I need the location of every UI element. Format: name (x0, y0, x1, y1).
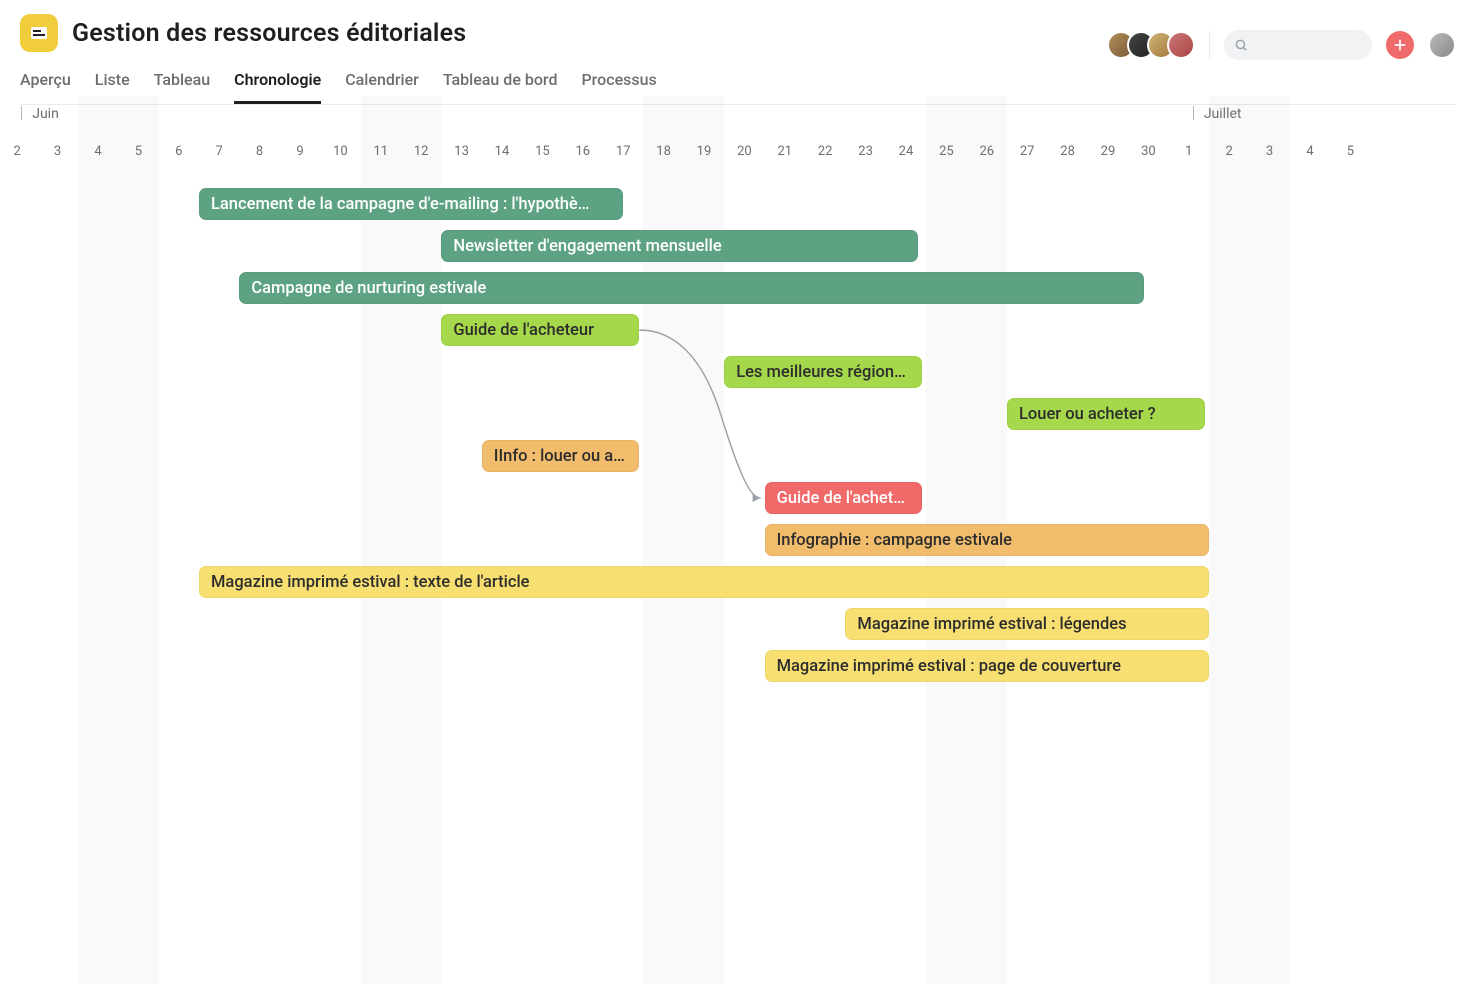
day-label: 26 (967, 144, 1007, 159)
day-label: 25 (926, 144, 966, 159)
day-label: 23 (845, 144, 885, 159)
task-bar[interactable]: Campagne de nurturing estivale (239, 272, 1144, 304)
task-bar[interactable]: Guide de l'acheteur (441, 314, 639, 346)
search-icon (1234, 38, 1248, 52)
page-title: Gestion des ressources éditoriales (72, 19, 466, 48)
day-label: 10 (320, 144, 360, 159)
plus-icon (1393, 38, 1407, 52)
month-labels: Juin Juillet (0, 106, 1476, 126)
day-label: 15 (522, 144, 562, 159)
day-label: 9 (280, 144, 320, 159)
task-bar[interactable]: IInfo : louer ou a… (482, 440, 640, 472)
toolbar (1107, 30, 1456, 60)
day-label: 5 (1330, 144, 1370, 159)
day-label: 12 (401, 144, 441, 159)
avatar[interactable] (1167, 31, 1195, 59)
day-label: 7 (199, 144, 239, 159)
day-label: 16 (563, 144, 603, 159)
day-label: 28 (1047, 144, 1087, 159)
task-bar[interactable]: Louer ou acheter ? (1007, 398, 1205, 430)
task-bar[interactable]: Magazine imprimé estival : légendes (845, 608, 1209, 640)
day-label: 2 (1209, 144, 1249, 159)
add-button[interactable] (1386, 31, 1414, 59)
day-label: 29 (1088, 144, 1128, 159)
day-label: 2 (0, 144, 37, 159)
task-bar[interactable]: Les meilleures région… (724, 356, 922, 388)
timeline: JuinJuillet 2345678910111213141516171819… (0, 96, 1476, 984)
search-input[interactable] (1224, 30, 1372, 60)
day-label: 21 (765, 144, 805, 159)
day-labels: 2345678910111213141516171819202122232425… (0, 144, 1476, 168)
day-label: 24 (886, 144, 926, 159)
user-avatar[interactable] (1428, 31, 1456, 59)
day-label: 1 (1169, 144, 1209, 159)
task-bar[interactable]: Infographie : campagne estivale (765, 524, 1209, 556)
task-bar[interactable]: Lancement de la campagne d'e-mailing : l… (199, 188, 623, 220)
task-bars: Lancement de la campagne d'e-mailing : l… (0, 178, 1476, 984)
day-label: 4 (78, 144, 118, 159)
task-bar[interactable]: Newsletter d'engagement mensuelle (441, 230, 918, 262)
day-label: 17 (603, 144, 643, 159)
task-bar[interactable]: Magazine imprimé estival : texte de l'ar… (199, 566, 1209, 598)
day-label: 3 (37, 144, 77, 159)
day-label: 11 (361, 144, 401, 159)
day-label: 8 (239, 144, 279, 159)
member-avatars[interactable] (1107, 31, 1195, 59)
day-label: 30 (1128, 144, 1168, 159)
day-label: 22 (805, 144, 845, 159)
day-label: 6 (159, 144, 199, 159)
day-label: 27 (1007, 144, 1047, 159)
month-label: Juin (21, 106, 59, 122)
day-label: 4 (1290, 144, 1330, 159)
project-icon[interactable] (20, 14, 58, 52)
day-label: 13 (441, 144, 481, 159)
task-bar[interactable]: Magazine imprimé estival : page de couve… (765, 650, 1209, 682)
day-label: 18 (643, 144, 683, 159)
day-label: 5 (118, 144, 158, 159)
day-label: 3 (1249, 144, 1289, 159)
day-label: 19 (684, 144, 724, 159)
day-label: 14 (482, 144, 522, 159)
task-bar[interactable]: Guide de l'achet… (765, 482, 923, 514)
list-icon (31, 27, 47, 39)
day-label: 20 (724, 144, 764, 159)
separator (1209, 31, 1210, 59)
month-label: Juillet (1193, 106, 1242, 122)
